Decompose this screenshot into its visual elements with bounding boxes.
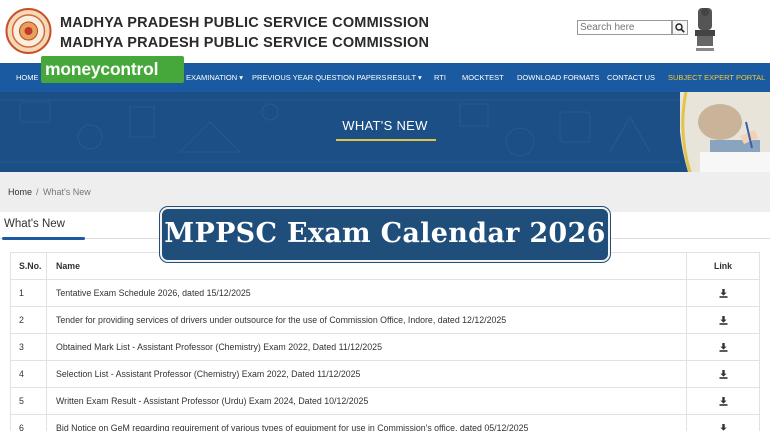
breadcrumb-home-link[interactable]: Home [8,187,32,197]
table-row: 5 Written Exam Result - Assistant Profess… [10,387,760,414]
article-title-overlay: MPPSC Exam Calendar 2026 [160,207,610,262]
nav-download-formats[interactable]: DOWNLOAD FORMATS [517,63,599,92]
table-row: 3 Obtained Mark List - Assistant Professo… [10,333,760,360]
row-download-link[interactable] [686,334,760,360]
nav-rti[interactable]: RTI [434,63,446,92]
row-download-link[interactable] [686,415,760,431]
nav-contact-us[interactable]: CONTACT US [607,63,655,92]
nav-mocktest[interactable]: MOCKTEST [462,63,504,92]
search-icon [675,22,685,33]
download-icon [719,343,727,352]
site-header: MADHYA PRADESH PUBLIC SERVICE COMMISSION… [0,0,770,63]
breadcrumb-separator: / [36,187,39,197]
row-download-link[interactable] [686,280,760,306]
search-button[interactable] [672,20,688,35]
download-icon [719,424,727,431]
section-title: What's New [4,218,65,230]
nav-subject-expert-portal[interactable]: SUBJECT EXPERT PORTAL [668,63,765,92]
national-emblem-icon [695,8,715,51]
nav-examination[interactable]: EXAMINATION ▾ [186,63,243,92]
row-sno: 3 [10,334,46,360]
row-name[interactable]: Tender for providing services of drivers… [46,307,686,333]
breadcrumb-current: What's New [43,187,91,197]
download-icon [719,370,727,379]
student-writing-image [680,92,770,172]
site-title-line1: MADHYA PRADESH PUBLIC SERVICE COMMISSION [60,15,430,31]
row-name[interactable]: Bid Notice on GeM regarding requirement … [46,415,686,431]
row-sno: 2 [10,307,46,333]
nav-home[interactable]: HOME [16,63,39,92]
download-icon [719,316,727,325]
nav-previous-year-papers[interactable]: PREVIOUS YEAR QUESTION PAPERS [252,63,386,92]
site-title-line2: MADHYA PRADESH PUBLIC SERVICE COMMISSION [60,35,430,51]
row-name[interactable]: Written Exam Result - Assistant Professo… [46,388,686,414]
header-sno: S.No. [10,253,46,279]
nav-result[interactable]: RESULT ▾ [387,63,422,92]
banner-title: WHAT'S NEW [342,118,428,133]
row-download-link[interactable] [686,388,760,414]
moneycontrol-logo-text: moneycontrol [45,59,159,79]
row-sno: 1 [10,280,46,306]
download-icon [719,397,727,406]
download-icon [719,289,727,298]
row-download-link[interactable] [686,361,760,387]
row-sno: 6 [10,415,46,431]
row-name[interactable]: Obtained Mark List - Assistant Professor… [46,334,686,360]
table-row: 1 Tentative Exam Schedule 2026, dated 15/… [10,279,760,306]
breadcrumb: Home / What's New [0,172,770,212]
table-row: 2 Tender for providing services of driver… [10,306,760,333]
row-sno: 4 [10,361,46,387]
mppsc-logo-icon[interactable] [5,6,52,56]
header-link: Link [686,253,760,279]
search-input[interactable] [577,20,672,35]
banner-underline [336,139,436,141]
row-sno: 5 [10,388,46,414]
row-download-link[interactable] [686,307,760,333]
table-row: 4 Selection List - Assistant Professor (C… [10,360,760,387]
moneycontrol-watermark: moneycontrol [41,56,184,83]
row-name[interactable]: Tentative Exam Schedule 2026, dated 15/1… [46,280,686,306]
section-divider-accent [2,237,85,240]
page-banner: WHAT'S NEW [0,92,770,172]
row-name[interactable]: Selection List - Assistant Professor (Ch… [46,361,686,387]
table-row: 6 Bid Notice on GeM regarding requirement… [10,414,760,431]
